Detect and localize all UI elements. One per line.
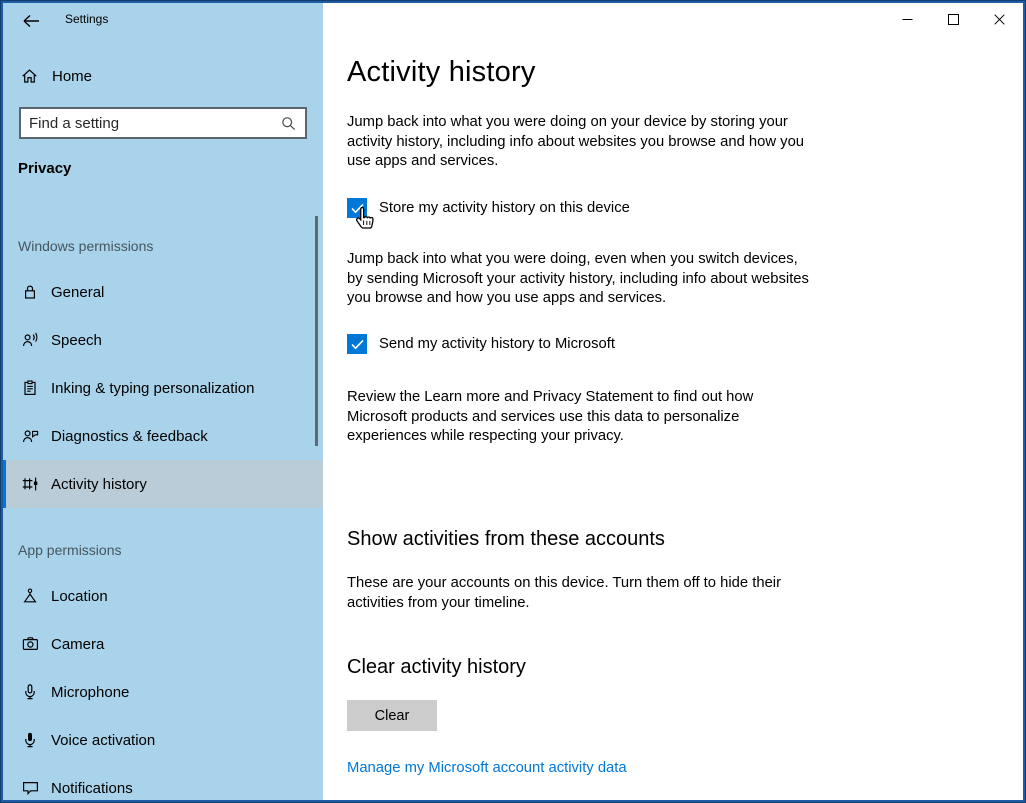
send-activity-checkbox[interactable] [347,334,367,354]
sidebar-item-label: Diagnostics & feedback [51,428,208,445]
camera-icon [21,636,39,652]
intro-text: Jump back into what you were doing on yo… [347,113,809,172]
sidebar-item-location[interactable]: Location [1,572,323,620]
minimize-button[interactable] [884,4,930,34]
microphone-icon [21,684,39,700]
close-icon [994,14,1005,25]
sidebar-item-label: Notifications [51,780,133,797]
sidebar-scrollbar-thumb[interactable] [315,216,318,446]
store-activity-checkbox-label: Store my activity history on this device [379,200,630,216]
sidebar-item-label: General [51,284,104,301]
sidebar-section-title: Privacy [18,160,71,177]
arrow-left-icon [22,14,40,28]
sidebar: Settings Home Privacy Windows permission… [1,1,323,802]
sidebar-item-home[interactable]: Home [1,59,323,93]
speech-icon [21,332,39,348]
sidebar-item-label: Home [52,68,92,85]
manage-account-data-link[interactable]: Manage my Microsoft account activity dat… [347,760,627,776]
lock-icon [21,284,39,300]
group-header-app-permissions: App permissions [18,542,122,558]
maximize-button[interactable] [930,4,976,34]
location-icon [21,588,39,604]
sidebar-item-label: Camera [51,636,104,653]
accounts-section-heading: Show activities from these accounts [347,528,665,551]
app-title: Settings [65,12,108,26]
maximize-icon [948,14,959,25]
minimize-icon [902,14,913,25]
sidebar-item-label: Activity history [51,476,147,493]
group-header-windows-permissions: Windows permissions [18,238,153,254]
sidebar-item-label: Location [51,588,108,605]
settings-window: Settings Home Privacy Windows permission… [0,0,1026,803]
sidebar-item-voice-activation[interactable]: Voice activation [1,716,323,764]
store-activity-checkbox-row: Store my activity history on this device [347,198,630,218]
store-activity-checkbox[interactable] [347,198,367,218]
search-icon[interactable] [281,116,296,131]
selected-accent-bar [1,460,6,508]
accounts-section-description: These are your accounts on this device. … [347,574,787,613]
clear-button[interactable]: Clear [347,700,437,731]
main-content: Activity history Jump back into what you… [323,1,1025,802]
page-title: Activity history [347,56,536,89]
search-box [19,107,307,139]
send-activity-checkbox-label: Send my activity history to Microsoft [379,336,615,352]
sidebar-item-label: Microphone [51,684,129,701]
sidebar-item-microphone[interactable]: Microphone [1,668,323,716]
sidebar-item-label: Inking & typing personalization [51,380,254,397]
review-text: Review the Learn more and Privacy Statem… [347,388,809,447]
send-intro-text: Jump back into what you were doing, even… [347,250,809,309]
search-input[interactable] [21,109,281,137]
sidebar-item-diagnostics-feedback[interactable]: Diagnostics & feedback [1,412,323,460]
checkmark-icon [351,339,364,350]
activity-history-icon [21,476,39,492]
sidebar-item-activity-history[interactable]: Activity history [1,460,323,508]
sidebar-item-notifications[interactable]: Notifications [1,764,323,803]
send-activity-checkbox-row: Send my activity history to Microsoft [347,334,615,354]
sidebar-item-label: Speech [51,332,102,349]
voice-activation-icon [21,732,39,748]
window-controls [884,4,1022,34]
sidebar-item-label: Voice activation [51,732,155,749]
checkmark-icon [351,203,364,214]
inking-icon [21,380,39,396]
back-button[interactable] [13,7,49,35]
close-button[interactable] [976,4,1022,34]
sidebar-item-inking-typing[interactable]: Inking & typing personalization [1,364,323,412]
clear-section-heading: Clear activity history [347,656,526,679]
sidebar-item-camera[interactable]: Camera [1,620,323,668]
sidebar-item-speech[interactable]: Speech [1,316,323,364]
diagnostics-icon [21,428,39,444]
sidebar-item-general[interactable]: General [1,268,323,316]
home-icon [21,68,38,84]
notifications-icon [21,780,39,796]
